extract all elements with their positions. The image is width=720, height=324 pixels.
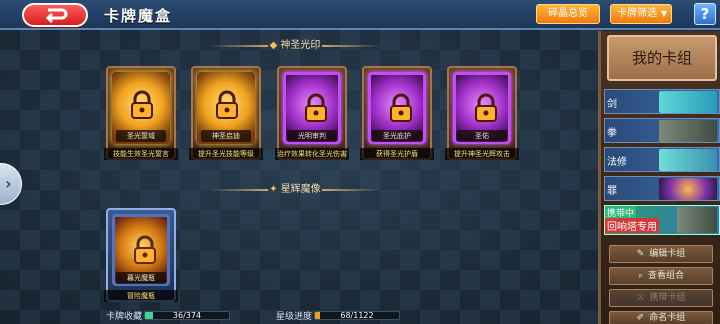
card-2[interactable]: 光明审判治疗效果转化圣光伤害 [275, 66, 349, 160]
search-icon: ⌕ [637, 271, 644, 281]
edit-deck-button[interactable]: ✎ 编辑卡组 [609, 245, 713, 263]
deck-label: 剑 [607, 99, 617, 110]
card-name: 圣佑 [457, 130, 507, 142]
star-progress-label: 星级进度 [276, 312, 313, 322]
card-3[interactable]: 圣光庇护获得圣光护盾 [360, 66, 434, 160]
card-4[interactable]: 圣佑提升神圣光辉攻击 [445, 66, 519, 160]
lock-icon [134, 235, 156, 264]
back-arrow-icon [45, 8, 68, 24]
deck-label: 拳 [607, 128, 617, 139]
lock-icon [216, 90, 238, 119]
deck-art [659, 149, 717, 171]
card-1[interactable]: 神圣启迪提升圣光技能等级 [189, 66, 263, 160]
divider [322, 189, 382, 191]
divider [322, 45, 382, 47]
deck-art [659, 178, 717, 200]
star-icon: ✦ [269, 184, 278, 195]
star-progress-value: 68/1122 [340, 311, 374, 320]
deck-art [677, 207, 717, 233]
card-name: 圣光誓域 [116, 130, 166, 142]
card-star-0[interactable]: 暮光魔瓶 冒险魔瓶 [104, 208, 178, 302]
card-desc: 获得圣光护盾 [360, 148, 434, 160]
section-header-holy: ◆ 神圣光印 [208, 39, 382, 53]
section-title-holy: 神圣光印 [280, 40, 321, 51]
card-desc: 提升神圣光辉攻击 [445, 148, 519, 160]
carry-icon: ⚔ [636, 293, 645, 303]
collect-label: 卡牌收藏 [106, 312, 143, 322]
rename-deck-label: 命名卡组 [649, 313, 686, 323]
chevron-right-icon: › [5, 174, 12, 193]
help-button[interactable]: ? [694, 3, 716, 25]
collect-progress-bar: 36/374 [144, 311, 230, 320]
edit-icon: ✎ [636, 249, 645, 259]
card-filter-label: 卡牌筛选 [617, 8, 657, 19]
panel-title: 我的卡组 [607, 35, 717, 81]
back-button[interactable] [22, 3, 88, 27]
lock-icon [131, 90, 153, 119]
star-progress-bar: 68/1122 [314, 311, 400, 320]
carry-deck-label: 携带卡组 [649, 293, 686, 303]
card-name: 暮光魔瓶 [116, 272, 166, 284]
card-name: 神圣启迪 [201, 130, 251, 142]
gem-icon: ◆ [269, 40, 278, 51]
card-desc: 冒险魔瓶 [104, 290, 178, 302]
carry-deck-button[interactable]: ⚔ 携带卡组 [609, 289, 713, 307]
deck-slot-active[interactable]: 携带中 回响塔专用 [604, 205, 720, 235]
deck-panel: 我的卡组 剑 拳 法修 罪 携带中 回响塔专用 ✎ 编辑卡组 ⌕ 查看组合 ⚔ 携带卡… [598, 31, 720, 324]
card-name: 圣光庇护 [372, 130, 422, 142]
view-combo-label: 查看组合 [648, 271, 685, 281]
chevron-down-icon: ▼ [660, 9, 667, 18]
card-desc: 提升圣光技能等级 [189, 148, 263, 160]
lock-icon [390, 93, 412, 122]
card-desc: 治疗效果转化圣光伤害 [275, 148, 349, 160]
section-title-star: 星辉魔像 [280, 184, 321, 195]
page-title: 卡牌魔盒 [104, 7, 173, 25]
section-header-star: ✦ 星辉魔像 [208, 183, 382, 197]
deck-slot-sword[interactable]: 剑 [604, 89, 720, 114]
deck-slot-sin[interactable]: 罪 [604, 176, 720, 201]
deck-art [659, 91, 717, 113]
pen-icon: ✐ [636, 313, 645, 323]
collect-value: 36/374 [172, 311, 202, 320]
lock-icon [305, 93, 327, 122]
top-bar: 卡牌魔盒 碎晶总览 卡牌筛选 ▼ ? [0, 0, 720, 30]
deck-slot-fist[interactable]: 拳 [604, 118, 720, 143]
card-0[interactable]: 圣光誓域技能生效圣光誓言 [104, 66, 178, 160]
lock-icon [475, 93, 497, 122]
deck-art [659, 120, 717, 142]
deck-label: 回响塔专用 [605, 218, 659, 233]
edit-deck-label: 编辑卡组 [649, 249, 686, 259]
deck-label: 罪 [607, 186, 617, 197]
deck-label: 法修 [607, 157, 627, 168]
deck-slot-mage[interactable]: 法修 [604, 147, 720, 172]
shard-overview-button[interactable]: 碎晶总览 [536, 4, 600, 24]
card-filter-button[interactable]: 卡牌筛选 ▼ [610, 4, 672, 24]
rename-deck-button[interactable]: ✐ 命名卡组 [609, 311, 713, 324]
card-name: 光明审判 [287, 130, 337, 142]
view-combo-button[interactable]: ⌕ 查看组合 [609, 267, 713, 285]
card-desc: 技能生效圣光誓言 [104, 148, 178, 160]
